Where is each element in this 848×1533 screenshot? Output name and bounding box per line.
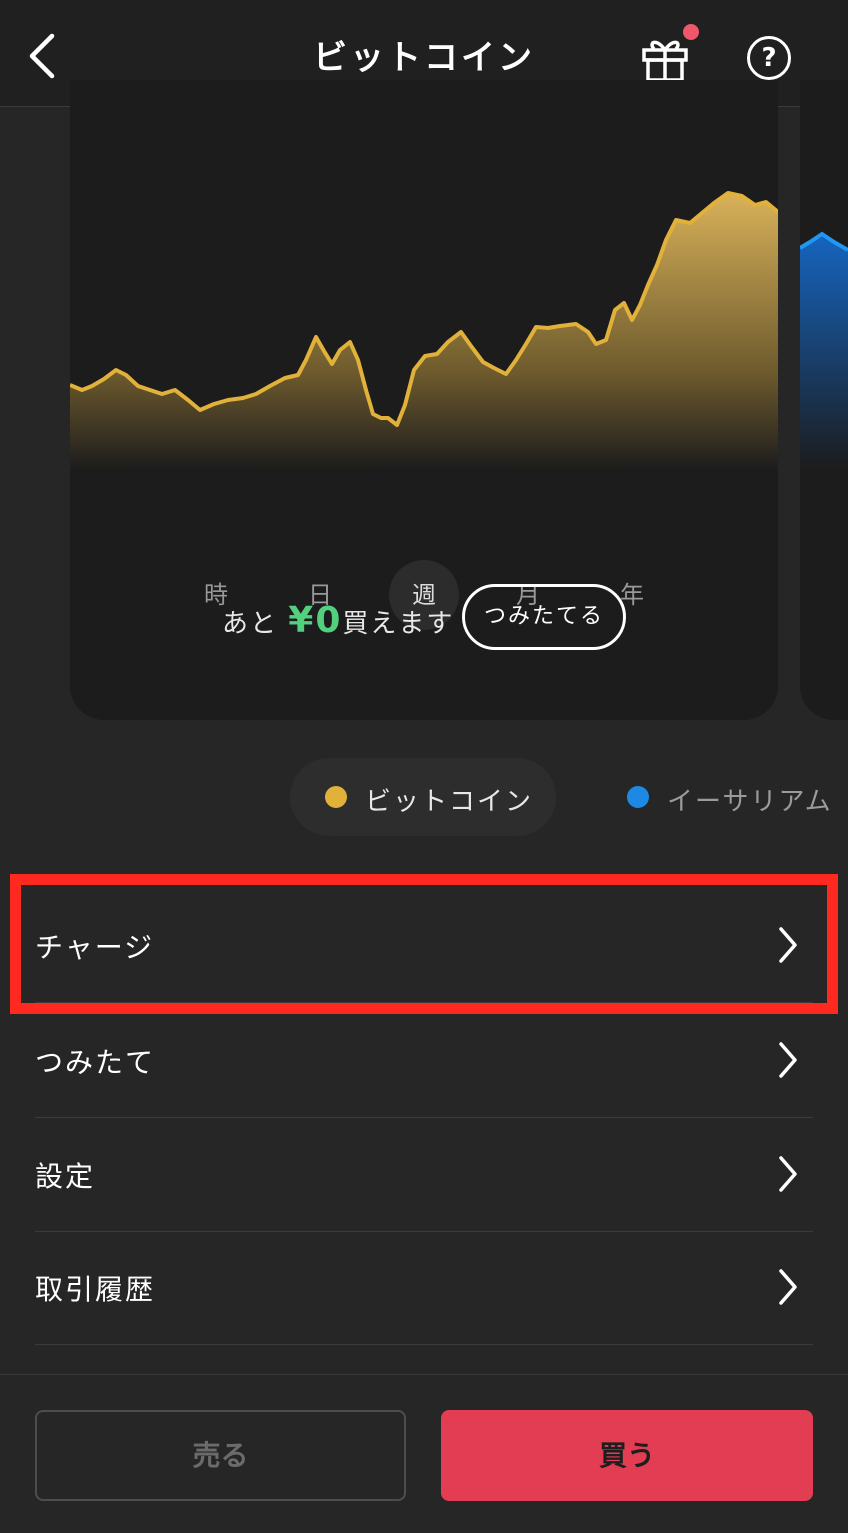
ethereum-dot-icon	[627, 786, 649, 808]
price-chart	[70, 191, 778, 470]
purchase-prefix: あと	[222, 609, 279, 639]
buy-button[interactable]: 買う	[441, 1410, 813, 1501]
chevron-right-icon	[779, 1156, 797, 1192]
chevron-right-icon	[779, 1042, 797, 1078]
asset-label-ethereum[interactable]: イーサリアム	[667, 781, 833, 818]
chevron-right-icon	[779, 1269, 797, 1305]
menu-label-tsumitate: つみたて	[35, 1046, 156, 1079]
menu-item-tsumitate[interactable]: つみたて	[35, 1003, 813, 1118]
sell-button[interactable]: 売る	[35, 1410, 406, 1501]
notification-badge	[683, 24, 699, 40]
gift-icon[interactable]	[640, 34, 690, 84]
page-title: ビットコイン	[313, 38, 535, 78]
menu-label-history: 取引履歴	[35, 1273, 156, 1306]
footer-divider	[0, 1374, 848, 1375]
ethereum-chart-preview	[800, 231, 848, 470]
question-circle-icon[interactable]: ?	[747, 36, 791, 80]
chart-area	[70, 193, 778, 470]
asset-label-bitcoin[interactable]: ビットコイン	[365, 781, 533, 818]
purchase-suffix: 買えます	[342, 609, 455, 639]
purchase-amount: ¥0	[288, 600, 343, 641]
purchase-capacity: あと ¥0買えます	[222, 600, 454, 641]
tsumitateru-button[interactable]: つみたてる	[462, 584, 626, 650]
menu-item-settings[interactable]: 設定	[35, 1117, 813, 1232]
bitcoin-dot-icon	[325, 786, 347, 808]
menu-item-history[interactable]: 取引履歴	[35, 1230, 813, 1345]
menu-label-settings: 設定	[35, 1160, 96, 1193]
next-asset-card[interactable]	[800, 80, 848, 720]
highlight-box	[10, 874, 838, 1014]
